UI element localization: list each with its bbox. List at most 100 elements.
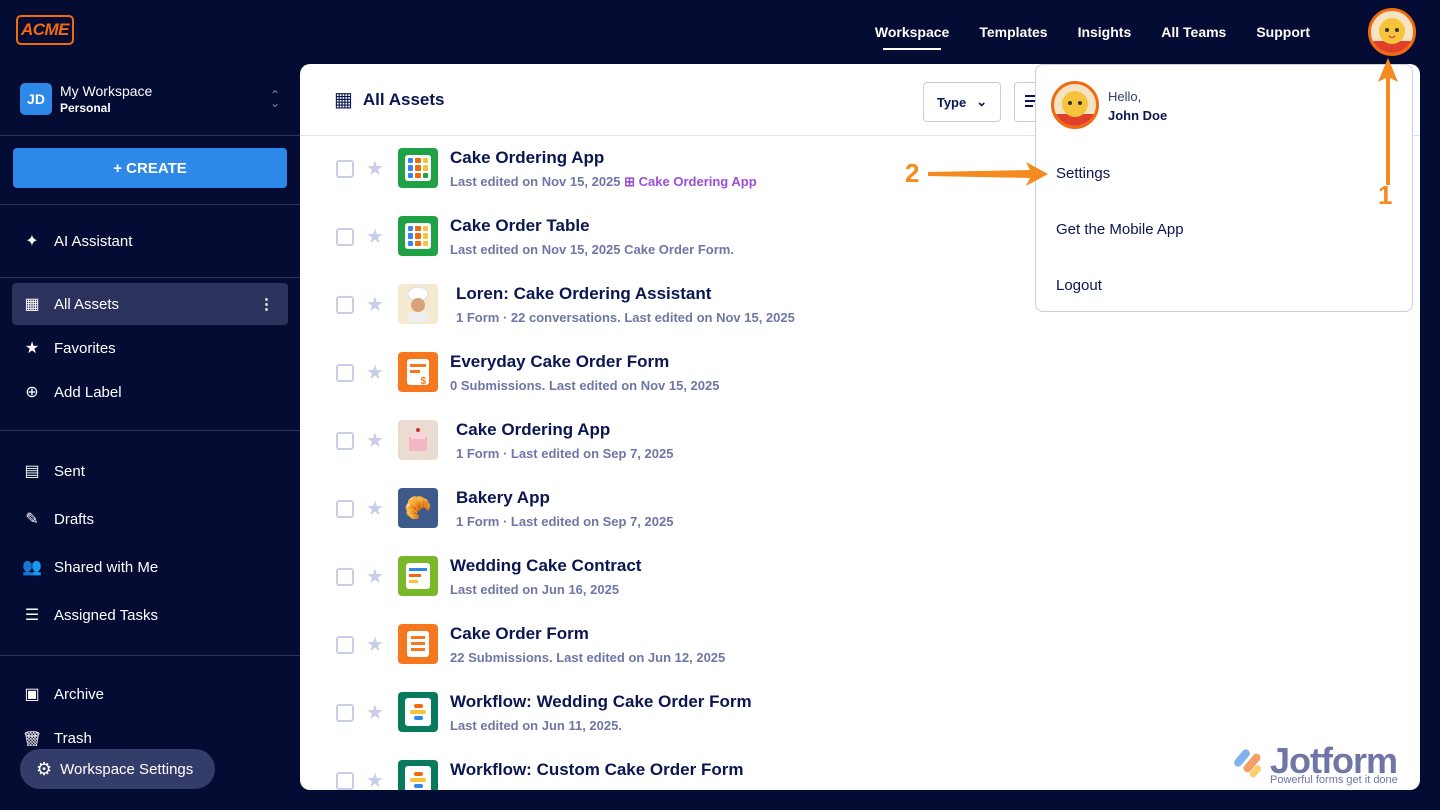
asset-meta: 22 Submissions. Last edited on Jun 12, 2… [450,650,726,665]
asset-name[interactable]: Workflow: Custom Cake Order Form [450,760,743,780]
asset-meta: 1 Form · Last edited on Sep 7, 2025 [456,446,674,461]
star-icon[interactable]: ★ [366,224,384,249]
asset-name[interactable]: Cake Order Form [450,624,589,644]
menu-item-settings[interactable]: Settings [1056,165,1110,182]
menu-item-logout[interactable]: Logout [1056,277,1102,294]
divider [0,277,300,278]
star-icon[interactable]: ★ [366,496,384,521]
asset-meta: 0 Submissions. Last edited on Nov 15, 20… [450,378,720,393]
croissant-icon: 🥐 [398,488,438,528]
select-checkbox[interactable] [336,704,354,722]
label: Drafts [54,510,95,528]
asset-row[interactable]: ★ Workflow: Wedding Cake Order Form Last e… [300,680,1420,748]
annotation-1: 1 [1378,180,1393,210]
sign-document-icon [398,556,438,596]
user-avatar-button[interactable] [1368,8,1416,56]
sidebar-item-ai-assistant[interactable]: ✦ AI Assistant [12,220,288,262]
asset-meta: Last edited on Nov 15, 2025 Cake Order F… [450,242,734,257]
divider [0,430,300,431]
sparkle-icon: ✦ [25,233,39,250]
nav-all-teams[interactable]: All Teams [1161,14,1226,50]
sidebar-item-assigned-tasks[interactable]: ☰ Assigned Tasks [12,594,288,636]
asset-row[interactable]: ★ 🥐 Bakery App 1 Form · Last edited on Sep … [300,476,1420,544]
asset-row[interactable]: ★ Cake Ordering App 1 Form · Last edited o… [300,408,1420,476]
asset-meta: Last edited on Jun 16, 2025 [450,582,620,597]
nav-support[interactable]: Support [1256,14,1310,50]
star-icon[interactable]: ★ [366,632,384,657]
select-checkbox[interactable] [336,228,354,246]
nav-workspace[interactable]: Workspace [875,14,949,50]
asset-name[interactable]: Cake Order Table [450,216,590,236]
asset-name[interactable]: Wedding Cake Contract [450,556,641,576]
more-options-icon[interactable]: ⋮ [259,295,274,313]
asset-name[interactable]: Cake Ordering App [456,420,610,440]
archive-icon: ▣ [24,686,40,703]
asset-meta: 1 Form · 22 conversations. Last edited o… [456,310,795,325]
select-checkbox[interactable] [336,364,354,382]
workspace-switcher[interactable]: JD My Workspace Personal ⌃ ⌄ [20,83,280,115]
select-checkbox[interactable] [336,568,354,586]
table-app-icon [398,148,438,188]
sidebar-item-archive[interactable]: ▣ Archive [12,673,288,715]
sidebar-item-all-assets[interactable]: ▦ All Assets ⋮ [12,283,288,325]
workflow-icon [398,692,438,732]
linked-app[interactable]: ⊞ Cake Ordering App [624,174,757,189]
trash-icon: 🗑 [22,732,43,746]
star-icon[interactable]: ★ [366,292,384,317]
chevron-updown-icon: ⌃ ⌄ [269,88,280,110]
select-checkbox[interactable] [336,772,354,790]
select-checkbox[interactable] [336,500,354,518]
asset-meta: 1 Form · Last edited on Sep 7, 2025 [456,514,674,529]
label: Type [936,94,967,110]
star-icon[interactable]: ★ [366,564,384,589]
nav-insights[interactable]: Insights [1078,14,1132,50]
asset-row[interactable]: ★ Wedding Cake Contract Last edited on Jun… [300,544,1420,612]
select-checkbox[interactable] [336,432,354,450]
workspace-settings-button[interactable]: ⚙ Workspace Settings [20,749,215,789]
watermark-tagline: Powerful forms get it done [1270,774,1398,786]
asset-name[interactable]: Loren: Cake Ordering Assistant [456,284,711,304]
checklist-icon: ☰ [24,607,40,624]
star-icon[interactable]: ★ [366,360,384,385]
select-checkbox[interactable] [336,160,354,178]
asset-row[interactable]: ★ Cake Order Form 22 Submissions. Last edi… [300,612,1420,680]
star-icon: ★ [24,340,40,357]
label: Assigned Tasks [54,606,158,624]
draft-icon: ✎ [25,511,39,528]
acme-logo[interactable]: ACME [16,15,74,45]
sidebar-item-shared[interactable]: 👥 Shared with Me [12,546,288,588]
star-icon[interactable]: ★ [366,768,384,790]
sidebar-item-favorites[interactable]: ★ Favorites [12,327,288,369]
star-icon[interactable]: ★ [366,428,384,453]
star-icon[interactable]: ★ [366,700,384,725]
sidebar-item-trash[interactable]: 🗑 Trash [12,716,288,746]
user-menu: Hello, John Doe Settings Get the Mobile … [1035,64,1413,312]
form-icon [398,624,438,664]
gear-icon: ⚙ [36,758,53,779]
nav-templates[interactable]: Templates [979,14,1047,50]
label: Add Label [54,383,122,401]
chef-photo-icon [398,284,438,324]
asset-row[interactable]: ★ $ Everyday Cake Order Form 0 Submissions.… [300,340,1420,408]
type-filter-dropdown[interactable]: Type ⌄ [923,82,1001,122]
asset-name[interactable]: Everyday Cake Order Form [450,352,669,372]
label: AI Assistant [54,232,133,250]
select-checkbox[interactable] [336,636,354,654]
workspace-name: My Workspace [60,83,153,99]
annotation-2: 2 [905,158,920,188]
create-button[interactable]: + CREATE [13,148,287,188]
sidebar-item-drafts[interactable]: ✎ Drafts [12,498,288,540]
menu-item-mobile-app[interactable]: Get the Mobile App [1056,221,1184,238]
sidebar-item-sent[interactable]: ▤ Sent [12,450,288,492]
asset-name[interactable]: Workflow: Wedding Cake Order Form [450,692,752,712]
users-icon: 👥 [22,559,42,576]
select-checkbox[interactable] [336,296,354,314]
label: Favorites [54,339,116,357]
sidebar-item-add-label[interactable]: ⊕ Add Label [12,371,288,413]
star-icon[interactable]: ★ [366,156,384,181]
payment-form-icon: $ [398,352,438,392]
message-icon: ▤ [24,463,40,480]
asset-name[interactable]: Bakery App [456,488,550,508]
asset-name[interactable]: Cake Ordering App [450,148,604,168]
workspace-avatar: JD [20,83,52,115]
